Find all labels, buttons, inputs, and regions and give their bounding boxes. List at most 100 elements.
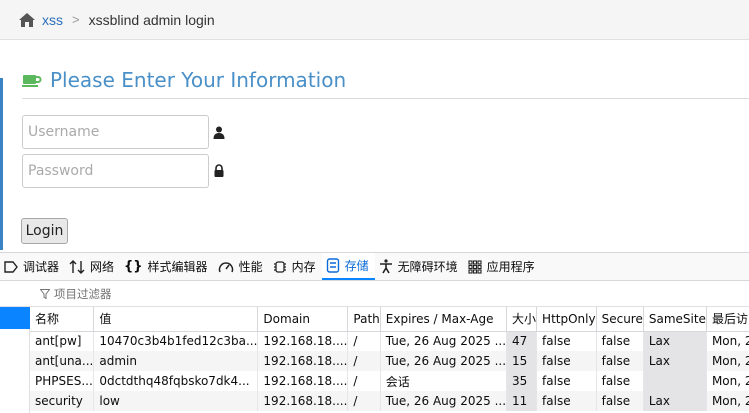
cookie-domain: 192.168.18.... (257, 391, 349, 411)
cookie-path: / (347, 351, 381, 371)
login-panel: Please Enter Your Information Login (0, 40, 749, 252)
cookie-secure: false (596, 351, 644, 371)
app-grid-icon (468, 259, 482, 274)
tab-debugger[interactable]: 调试器 (0, 253, 65, 280)
cookie-value: low (93, 391, 259, 411)
cookie-domain: 192.168.18.... (257, 351, 349, 371)
cookie-value: admin (93, 351, 259, 371)
cookie-expires: 会话 (380, 371, 508, 391)
tab-label: 性能 (238, 260, 263, 274)
cookie-samesite: Lax (643, 391, 707, 411)
tab-storage[interactable]: 存储 (321, 253, 375, 280)
lock-icon (214, 164, 224, 177)
cookie-size: 15 (506, 351, 538, 371)
tab-network[interactable]: 网络 (65, 253, 120, 280)
cookie-name: ant[una... (30, 351, 95, 371)
cookie-samesite (643, 371, 707, 391)
home-icon[interactable] (18, 12, 36, 28)
braces-icon: {} (124, 259, 143, 274)
table-row[interactable]: ant[pw] 10470c3b4b1fed12c3ba... 192.168.… (30, 331, 749, 351)
item-filter[interactable]: 项目过滤器 (0, 281, 749, 307)
tab-memory[interactable]: 内存 (269, 253, 322, 280)
column-header[interactable]: 值 (93, 307, 259, 332)
table-row[interactable]: PHPSES... 0dctdthq48fqbsko7dk4... 192.16… (30, 371, 749, 391)
tab-label: 内存 (291, 260, 316, 274)
breadcrumb: xss > xssblind admin login (0, 0, 749, 40)
tab-style-editor[interactable]: {} 样式编辑器 (120, 253, 214, 280)
password-field[interactable] (22, 154, 209, 188)
storage-tree-selected-item[interactable] (0, 307, 30, 329)
username-field[interactable] (22, 115, 209, 149)
gauge-icon (218, 261, 233, 272)
cookies-table: 名称 值 Domain Path Expires / Max-Age 大小 Ht… (30, 307, 749, 411)
cookie-secure: false (596, 331, 644, 351)
tab-label: 样式编辑器 (147, 260, 208, 274)
memory-chip-icon (273, 260, 286, 273)
cookie-secure: false (596, 391, 644, 411)
cookie-size: 47 (506, 331, 538, 351)
accessibility-icon (379, 259, 392, 274)
coffee-cup-icon (22, 75, 42, 87)
cookie-samesite: Lax (643, 331, 707, 351)
table-header-row: 名称 值 Domain Path Expires / Max-Age 大小 Ht… (30, 307, 749, 332)
panel-accent-bar (0, 78, 3, 250)
cookie-size: 11 (506, 391, 538, 411)
column-header[interactable]: Expires / Max-Age (380, 307, 508, 332)
cookie-path: / (347, 371, 381, 391)
form-title: Please Enter Your Information (50, 68, 347, 92)
column-header[interactable]: SameSite (643, 307, 707, 332)
cookie-path: / (347, 391, 381, 411)
breadcrumb-link-xss[interactable]: xss (42, 12, 63, 28)
tab-accessibility[interactable]: 无障碍环境 (375, 253, 464, 280)
panel-heading: Please Enter Your Information (22, 68, 346, 92)
cookie-value: 10470c3b4b1fed12c3ba... (93, 331, 259, 351)
cookie-last-accessed: Mon, 2 (706, 351, 749, 371)
cookie-name: security (30, 391, 95, 411)
cookie-httponly: false (536, 351, 597, 371)
column-header[interactable]: Secure (596, 307, 644, 332)
cookie-domain: 192.168.18.... (257, 331, 349, 351)
cookie-size: 35 (506, 371, 538, 391)
table-row[interactable]: security low 192.168.18.... / Tue, 26 Au… (30, 391, 749, 411)
cookie-samesite: Lax (643, 351, 707, 371)
tab-performance[interactable]: 性能 (214, 253, 269, 280)
cookie-httponly: false (536, 371, 597, 391)
tab-label: 存储 (344, 259, 369, 273)
cookie-secure: false (596, 371, 644, 391)
user-icon (213, 126, 225, 139)
cookie-last-accessed: Mon, 2 (706, 391, 749, 411)
cookie-name: PHPSES... (30, 371, 95, 391)
cookie-expires: Tue, 26 Aug 2025 ... (380, 331, 508, 351)
breadcrumb-current: xssblind admin login (88, 11, 215, 28)
tab-label: 网络 (90, 260, 115, 274)
cookie-last-accessed: Mon, 2 (706, 371, 749, 391)
cookie-last-accessed: Mon, 2 (706, 331, 749, 351)
storage-icon (326, 258, 339, 273)
filter-placeholder: 项目过滤器 (54, 286, 112, 301)
column-header[interactable]: 名称 (30, 307, 95, 332)
cookie-domain: 192.168.18.... (257, 371, 349, 391)
login-button[interactable]: Login (21, 218, 68, 244)
debugger-icon (4, 260, 18, 273)
cookie-value: 0dctdthq48fqbsko7dk4... (93, 371, 259, 391)
column-header[interactable]: Path (347, 307, 381, 332)
network-icon (69, 259, 85, 274)
breadcrumb-separator: > (72, 12, 80, 27)
filter-icon (40, 288, 50, 299)
devtools-toolbar: 调试器 网络 {} 样式编辑器 性能 内存 存储 无障碍环境 应用程序 (0, 252, 749, 281)
column-header[interactable]: 大小 (506, 307, 538, 332)
cookie-httponly: false (536, 331, 597, 351)
tab-application[interactable]: 应用程序 (464, 253, 541, 280)
cookie-expires: Tue, 26 Aug 2025 ... (380, 391, 508, 411)
cookie-expires: Tue, 26 Aug 2025 ... (380, 351, 508, 371)
storage-tree (0, 307, 30, 413)
cookie-httponly: false (536, 391, 597, 411)
column-header[interactable]: HttpOnly (536, 307, 597, 332)
table-row[interactable]: ant[una... admin 192.168.18.... / Tue, 2… (30, 351, 749, 371)
divider (22, 98, 749, 99)
tab-label: 应用程序 (486, 260, 535, 274)
column-header[interactable]: Domain (257, 307, 349, 332)
cookie-name: ant[pw] (30, 331, 95, 351)
column-header[interactable]: 最后访问 (706, 307, 749, 332)
cookie-path: / (347, 331, 381, 351)
